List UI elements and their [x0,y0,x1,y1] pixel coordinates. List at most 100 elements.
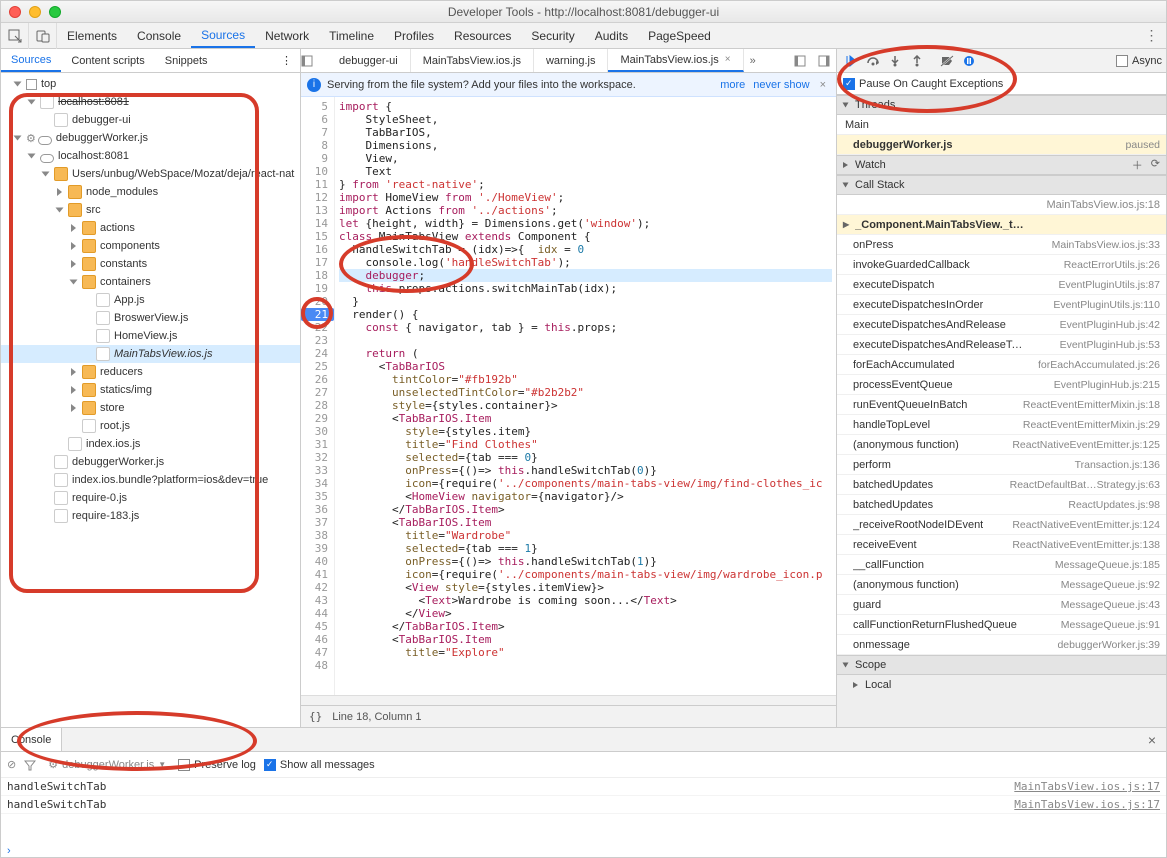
code-line[interactable]: } from 'react-native'; [339,178,832,191]
stack-frame[interactable]: callFunctionReturnFlushedQueueMessageQue… [837,615,1166,635]
tab-timeline[interactable]: Timeline [319,23,384,48]
tree-node[interactable]: index.ios.js [1,435,300,453]
line-number[interactable]: 37 [301,516,328,529]
disclosure-icon[interactable] [15,79,25,89]
disclosure-icon[interactable] [57,205,67,215]
line-number[interactable]: 34 [301,477,328,490]
code-line[interactable]: Text [339,165,832,178]
line-number[interactable]: 14 [301,217,328,230]
show-all-checkbox[interactable] [264,759,276,771]
code-line[interactable]: unselectedTintColor="#b2b2b2" [339,386,832,399]
code-line[interactable]: selected={tab === 1} [339,542,832,555]
console-loc[interactable]: MainTabsView.ios.js:17 [1014,798,1160,811]
tree-node[interactable]: MainTabsView.ios.js [1,345,300,363]
clear-console-icon[interactable]: ⊘ [7,758,16,771]
line-number[interactable]: 26 [301,373,328,386]
disclosure-icon[interactable] [71,403,81,413]
line-number[interactable]: 47 [301,646,328,659]
line-number[interactable]: 29 [301,412,328,425]
code-line[interactable]: title="Wardrobe" [339,529,832,542]
tree-node[interactable]: src [1,201,300,219]
threads-section-head[interactable]: Threads [837,95,1166,115]
file-tab[interactable]: warning.js [534,49,609,72]
disclosure-icon[interactable] [71,277,81,287]
disclosure-icon[interactable] [57,439,67,449]
watch-section-head[interactable]: Watch ＋⟳ [837,155,1166,175]
code-line[interactable]: this.props.actions.switchMainTab(idx); [339,282,832,295]
left-tab-sources[interactable]: Sources [1,49,61,72]
code-area[interactable]: import { StyleSheet, TabBarIOS, Dimensio… [335,97,836,695]
tab-console[interactable]: Console [127,23,191,48]
stack-frame[interactable]: executeDispatchesAndReleaseEventPluginHu… [837,315,1166,335]
code-line[interactable] [339,659,832,672]
line-number[interactable]: 6 [301,113,328,126]
step-out-icon[interactable] [907,51,927,71]
stack-frame[interactable]: receiveEventReactNativeEventEmitter.js:1… [837,535,1166,555]
tab-elements[interactable]: Elements [57,23,127,48]
line-number[interactable]: 42 [301,581,328,594]
left-tab-snippets[interactable]: Snippets [155,49,218,72]
disclosure-icon[interactable] [71,259,81,269]
tree-node[interactable]: BroswerView.js [1,309,300,327]
toggle-right-icon[interactable] [812,55,836,67]
console-row[interactable]: handleSwitchTabMainTabsView.ios.js:17 [1,796,1166,814]
tab-pagespeed[interactable]: PageSpeed [638,23,721,48]
tree-node[interactable]: debuggerWorker.js [1,453,300,471]
tree-node[interactable]: HomeView.js [1,327,300,345]
line-number[interactable]: 35 [301,490,328,503]
code-line[interactable]: </TabBarIOS.Item> [339,503,832,516]
tree-node[interactable]: ⚙debuggerWorker.js [1,129,300,147]
line-number[interactable]: 43 [301,594,328,607]
tab-resources[interactable]: Resources [444,23,521,48]
disclosure-icon[interactable] [85,349,95,359]
disclosure-icon[interactable] [43,457,53,467]
disclosure-icon[interactable] [43,169,53,179]
toggle-left-icon[interactable] [788,55,812,67]
line-number[interactable]: 13 [301,204,328,217]
code-line[interactable]: onPress={()=> this.handleSwitchTab(1)} [339,555,832,568]
stack-frame[interactable]: runEventQueueInBatchReactEventEmitterMix… [837,395,1166,415]
drawer-close-icon[interactable]: × [1138,732,1166,748]
info-more-link[interactable]: more [720,79,745,91]
stack-frame[interactable]: ▶_Component.MainTabsView._this.handleSwi… [837,215,1166,235]
stack-frame[interactable]: (anonymous function)MessageQueue.js:92 [837,575,1166,595]
tab-profiles[interactable]: Profiles [384,23,444,48]
left-tabs-menu-icon[interactable]: ⋮ [273,54,300,67]
code-line[interactable]: class MainTabsView extends Component { [339,230,832,243]
code-line[interactable]: <Text>Wardrobe is coming soon...</Text> [339,594,832,607]
code-line[interactable]: View, [339,152,832,165]
stack-frame[interactable]: guardMessageQueue.js:43 [837,595,1166,615]
line-number[interactable]: 11 [301,178,328,191]
local-section-head[interactable]: Local [837,675,1166,695]
tree-node[interactable]: localhost:8081 [1,147,300,165]
line-number[interactable]: 46 [301,633,328,646]
tree-node[interactable]: reducers [1,363,300,381]
tree-node[interactable]: constants [1,255,300,273]
stack-frame[interactable]: __callFunctionMessageQueue.js:185 [837,555,1166,575]
line-number[interactable]: 25 [301,360,328,373]
tree-node[interactable]: require-0.js [1,489,300,507]
tree-node[interactable]: node_modules [1,183,300,201]
file-tab[interactable]: MainTabsView.ios.js [411,49,534,72]
code-line[interactable]: import Actions from '../actions'; [339,204,832,217]
line-gutter[interactable]: 5678910111213141516171819202122232425262… [301,97,335,695]
line-number[interactable]: 16 [301,243,328,256]
tab-sources[interactable]: Sources [191,23,255,48]
line-number[interactable]: 23 [301,334,328,347]
line-number[interactable]: 21 [301,308,334,321]
code-line[interactable]: <TabBarIOS.Item [339,412,832,425]
stack-frame[interactable]: executeDispatchEventPluginUtils.js:87 [837,275,1166,295]
line-number[interactable]: 32 [301,451,328,464]
tree-node[interactable]: actions [1,219,300,237]
step-into-icon[interactable] [885,51,905,71]
nav-back-icon[interactable] [301,55,327,67]
tab-audits[interactable]: Audits [585,23,638,48]
line-number[interactable]: 27 [301,386,328,399]
disclosure-icon[interactable] [85,313,95,323]
tree-node[interactable]: require-183.js [1,507,300,525]
disclosure-icon[interactable] [85,295,95,305]
resume-icon[interactable] [841,51,861,71]
code-line[interactable]: tintColor="#fb192b" [339,373,832,386]
stack-frame[interactable]: batchedUpdatesReactUpdates.js:98 [837,495,1166,515]
close-icon[interactable]: × [725,54,731,65]
